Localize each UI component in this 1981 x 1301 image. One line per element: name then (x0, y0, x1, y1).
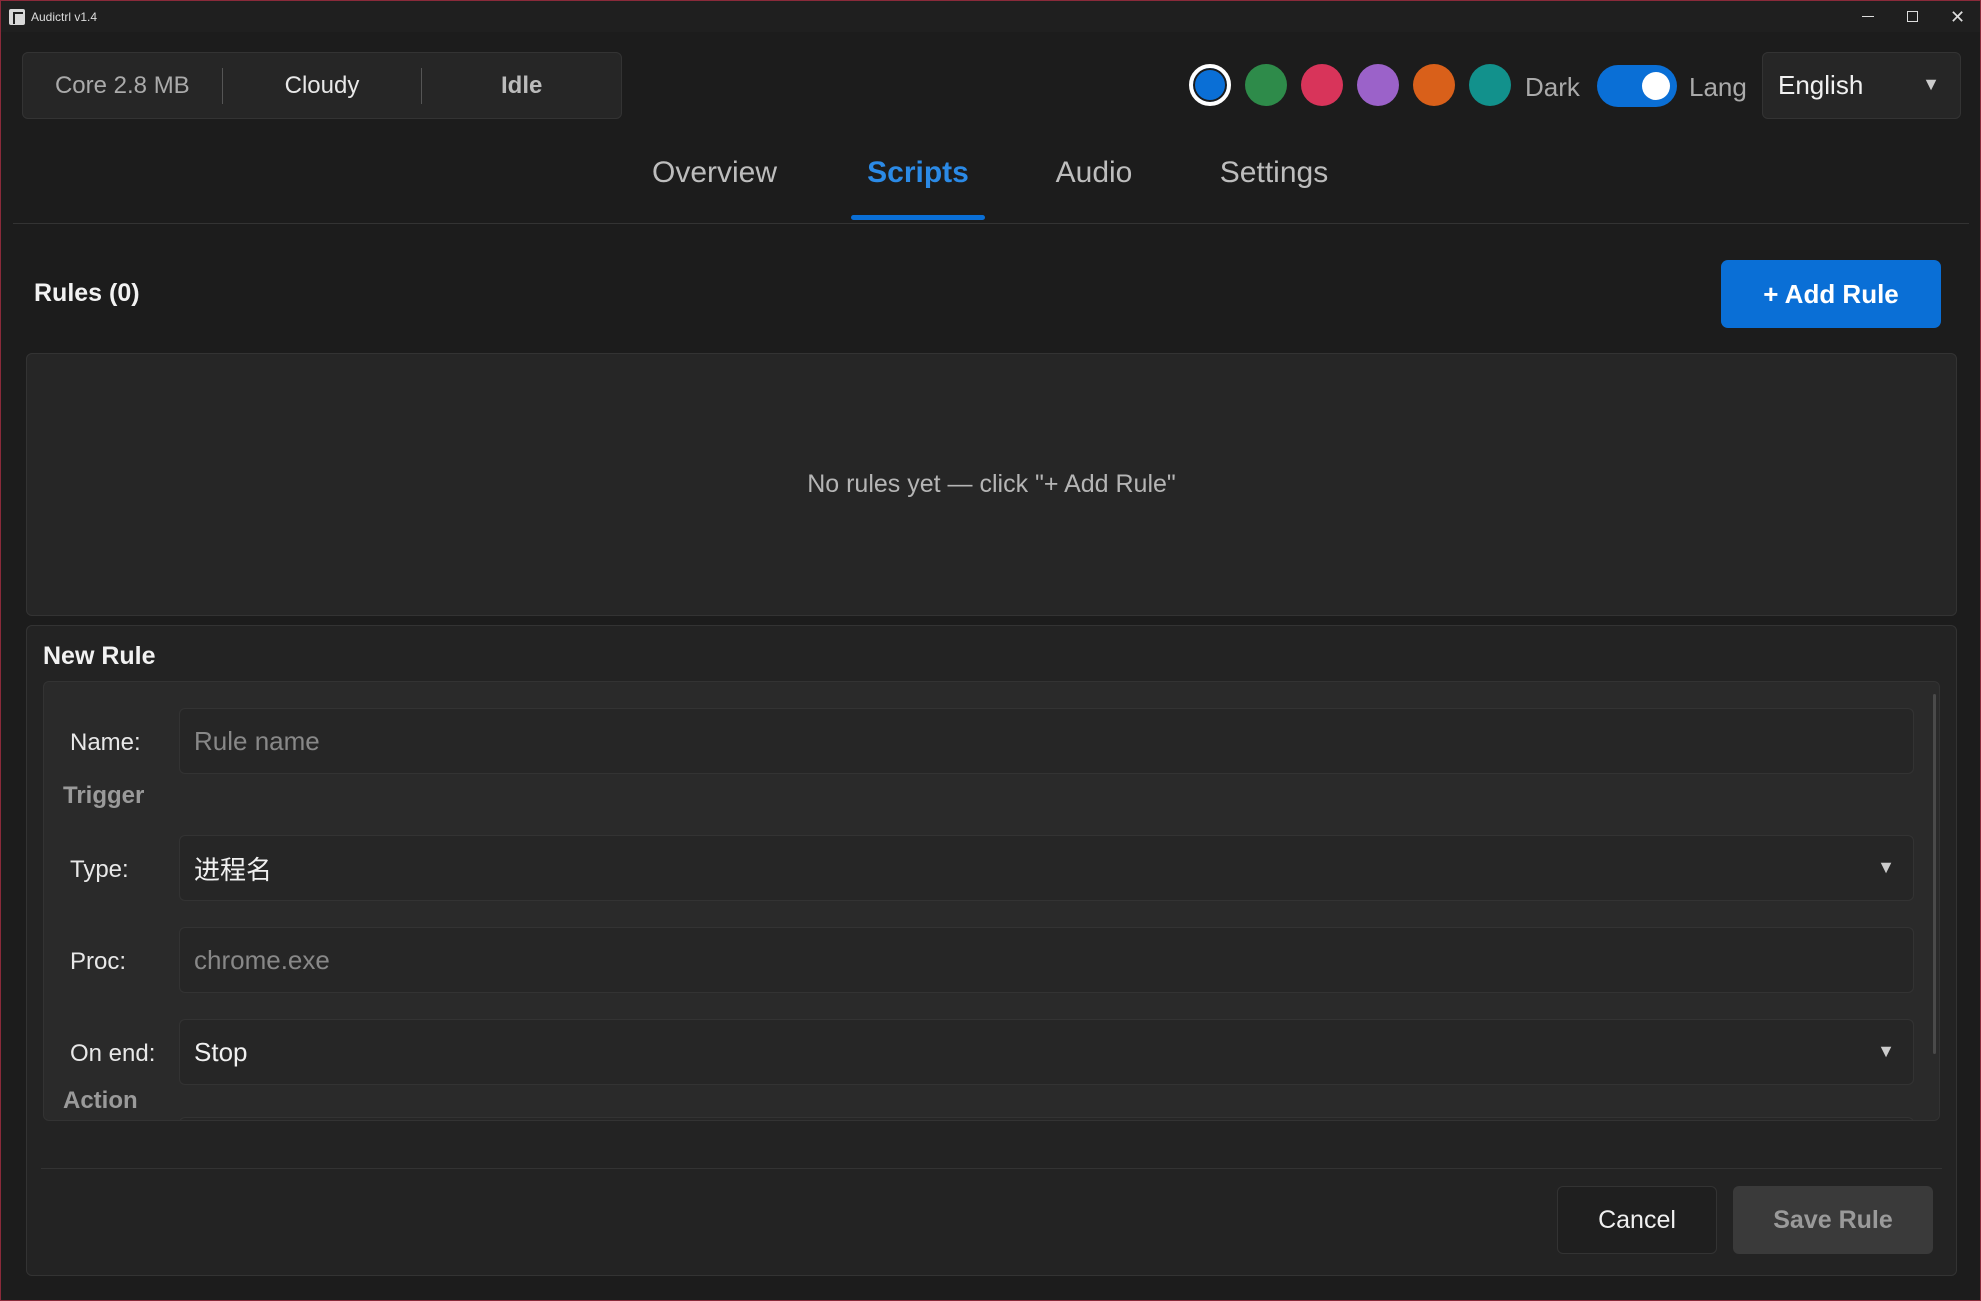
status-panel: Core 2.8 MB Cloudy Idle (22, 52, 622, 119)
minimize-icon (1861, 16, 1874, 17)
rules-heading: Rules (0) (34, 279, 140, 307)
dark-mode-label: Dark (1525, 72, 1580, 102)
tab-scripts[interactable]: Scripts (851, 156, 985, 222)
state-status: Idle (501, 71, 543, 99)
rule-name-input[interactable]: Rule name (179, 708, 1914, 774)
title-bar: Audictrl v1.4 ✕ (1, 1, 1980, 32)
trigger-type-select[interactable]: 进程名 ▼ (179, 835, 1914, 901)
theme-color-purple[interactable] (1357, 64, 1399, 106)
core-memory-status: Core 2.8 MB (54, 71, 190, 99)
on-end-label: On end: (70, 1040, 156, 1067)
close-icon: ✕ (1949, 6, 1966, 27)
weather-status: Cloudy (284, 71, 360, 99)
tab-audio[interactable]: Audio (1054, 156, 1134, 222)
language-value: English (1778, 70, 1864, 100)
new-rule-panel: New Rule Name: Rule name Trigger Type: 进… (26, 625, 1957, 1276)
rule-form: Name: Rule name Trigger Type: 进程名 ▼ Proc… (43, 681, 1940, 1121)
active-tab-indicator (851, 215, 985, 220)
close-button[interactable]: ✕ (1935, 1, 1980, 32)
theme-color-orange[interactable] (1413, 64, 1455, 106)
save-rule-button[interactable]: Save Rule (1733, 1186, 1933, 1254)
process-input[interactable]: chrome.exe (179, 927, 1914, 993)
theme-color-green[interactable] (1245, 64, 1287, 106)
proc-label: Proc: (70, 948, 127, 975)
trigger-section-label: Trigger (63, 782, 145, 809)
new-rule-heading: New Rule (43, 642, 156, 670)
theme-color-teal[interactable] (1469, 64, 1511, 106)
action-field[interactable] (179, 1117, 1914, 1120)
toggle-knob (1642, 72, 1670, 100)
name-label: Name: (70, 729, 141, 756)
tab-settings[interactable]: Settings (1219, 156, 1329, 222)
app-icon (9, 8, 25, 25)
app-window: Audictrl v1.4 ✕ Core 2.8 MB Cloudy Idle … (0, 0, 1981, 1301)
cancel-button[interactable]: Cancel (1557, 1186, 1717, 1254)
theme-color-red[interactable] (1301, 64, 1343, 106)
chevron-down-icon: ▼ (1922, 74, 1940, 94)
language-select[interactable]: English ▼ (1762, 52, 1961, 119)
window-controls: ✕ (1845, 1, 1980, 32)
minimize-button[interactable] (1845, 1, 1890, 32)
chevron-down-icon: ▼ (1877, 857, 1895, 877)
language-label: Lang (1689, 72, 1747, 102)
maximize-button[interactable] (1890, 1, 1935, 32)
add-rule-button[interactable]: + Add Rule (1721, 260, 1941, 328)
form-footer-divider (41, 1168, 1942, 1169)
tab-overview[interactable]: Overview (652, 156, 777, 222)
on-end-select[interactable]: Stop ▼ (179, 1019, 1914, 1085)
tab-divider (13, 223, 1969, 224)
tab-bar: Overview Scripts Audio Settings (1, 156, 1980, 222)
empty-rules-message: No rules yet — click "+ Add Rule" (807, 470, 1176, 498)
theme-color-picker (1189, 64, 1525, 106)
action-section-label: Action (63, 1087, 138, 1114)
window-title: Audictrl v1.4 (31, 9, 98, 24)
form-scrollbar[interactable] (1933, 694, 1936, 1054)
theme-color-blue[interactable] (1189, 64, 1231, 106)
rules-list-panel: No rules yet — click "+ Add Rule" (26, 353, 1957, 616)
trigger-type-value: 进程名 (194, 854, 273, 885)
on-end-value: Stop (194, 1036, 248, 1067)
type-label: Type: (70, 856, 129, 883)
maximize-icon (1907, 11, 1918, 22)
dark-mode-toggle[interactable] (1597, 65, 1677, 107)
chevron-down-icon: ▼ (1877, 1041, 1895, 1061)
